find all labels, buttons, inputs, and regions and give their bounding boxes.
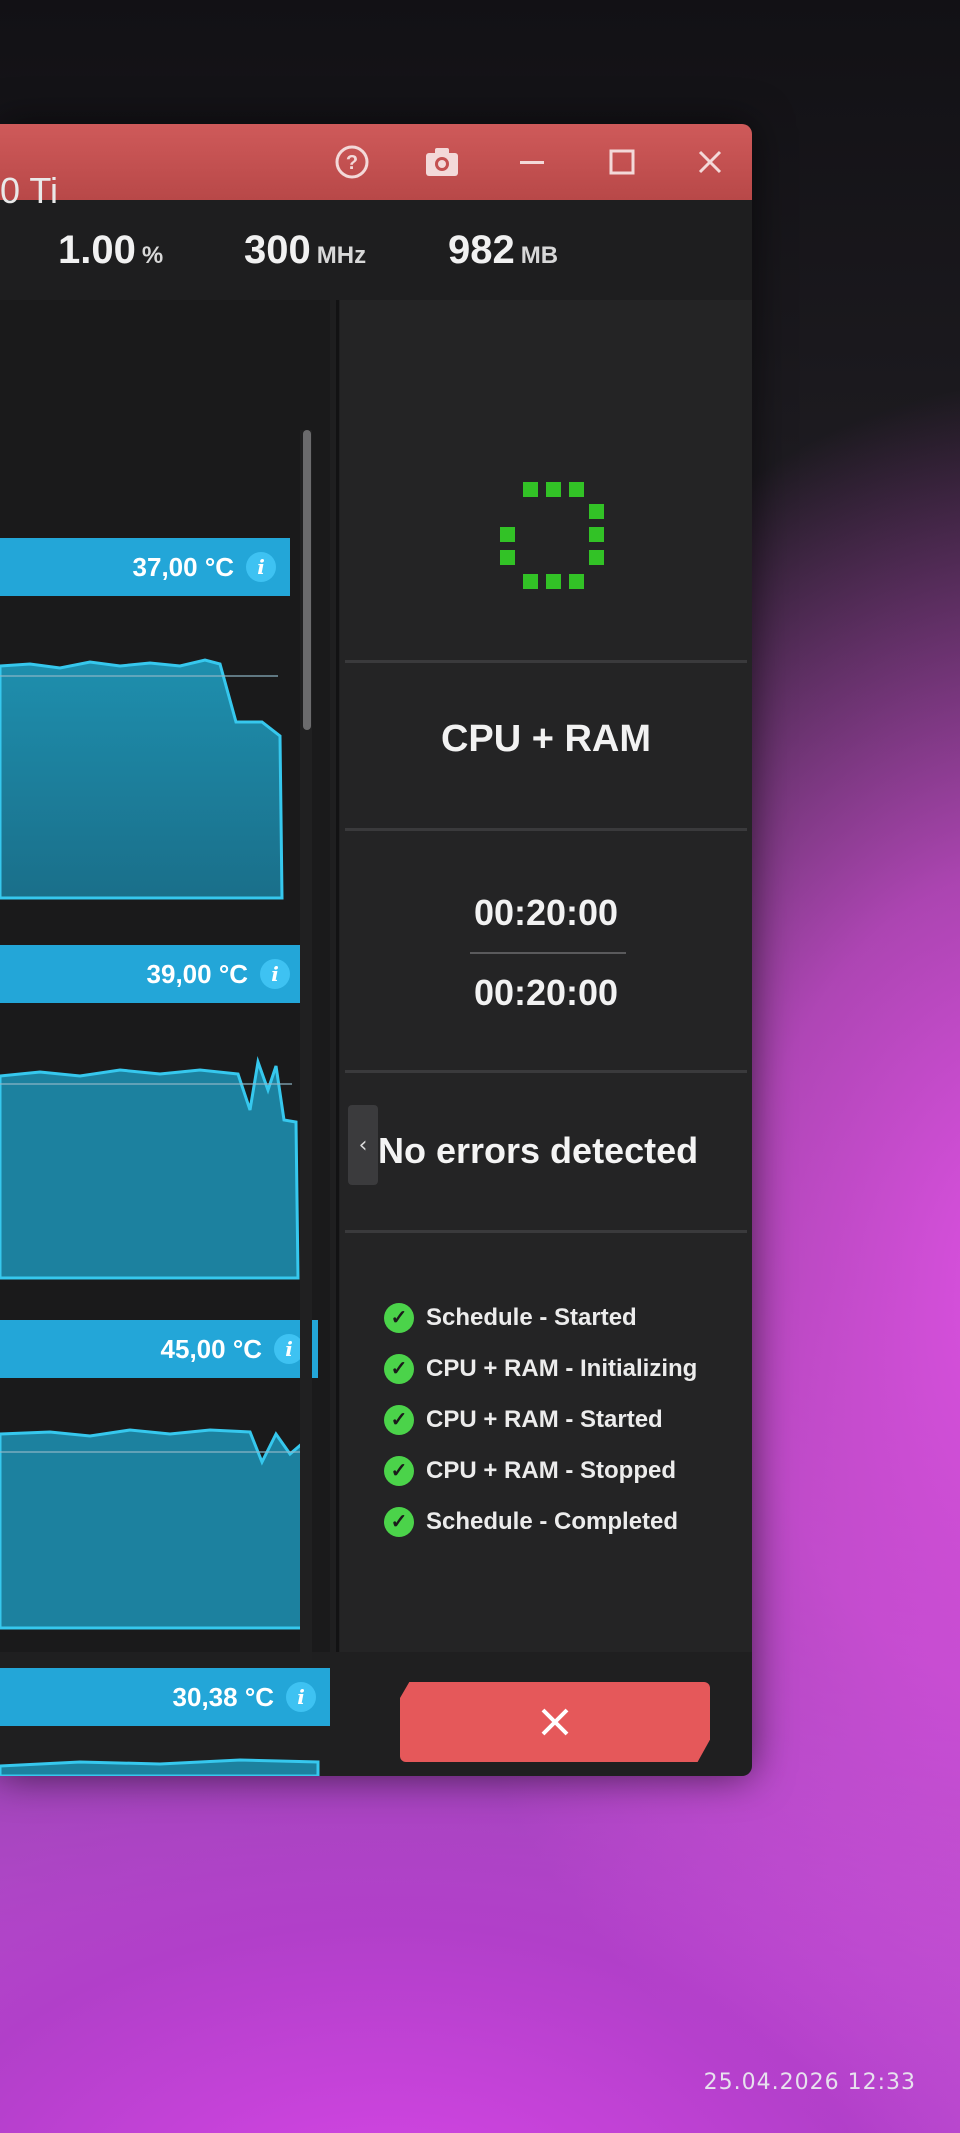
- log-text: Schedule - Completed: [426, 1507, 679, 1535]
- check-icon: ✓: [384, 1506, 414, 1537]
- log-entry: ✓ CPU + RAM - Stopped: [384, 1445, 697, 1496]
- test-mode-label: CPU + RAM: [440, 718, 652, 760]
- check-icon: ✓: [384, 1353, 414, 1384]
- info-icon[interactable]: i: [246, 552, 276, 582]
- info-icon[interactable]: i: [260, 959, 290, 989]
- sensor-graph: [0, 1056, 300, 1280]
- log-text: Schedule - Started: [426, 1303, 637, 1331]
- log-text: CPU + RAM - Stopped: [426, 1456, 676, 1484]
- total-duration: 00:20:00: [473, 972, 619, 1013]
- sensor-graph: [0, 1758, 320, 1776]
- sensor-reading: 39,00 °C: [146, 958, 248, 989]
- gpu-load-stat: 1.00%: [58, 228, 164, 272]
- gpu-memory-stat: 982 MB: [448, 228, 559, 272]
- log-text: CPU + RAM - Initializing: [426, 1354, 698, 1382]
- svg-text:?: ?: [346, 152, 358, 174]
- sensor-header: 45,00 °C i: [0, 1320, 318, 1378]
- collapse-panel-button[interactable]: ‹: [348, 1105, 378, 1185]
- section-divider: [345, 828, 747, 831]
- section-divider: [345, 1070, 747, 1073]
- help-icon[interactable]: ?: [328, 138, 376, 186]
- sensor-graph: [0, 1428, 312, 1630]
- sensor-reading: 45,00 °C: [160, 1333, 262, 1364]
- check-icon: ✓: [384, 1404, 414, 1435]
- camera-icon[interactable]: [418, 138, 466, 186]
- gpu-name: 0 Ti: [0, 170, 59, 211]
- progress-spinner-icon: [496, 482, 606, 592]
- check-icon: ✓: [384, 1302, 414, 1333]
- scrollbar-thumb[interactable]: [303, 430, 311, 730]
- minimize-icon[interactable]: [508, 138, 556, 186]
- sensor-reading: 37,00 °C: [132, 551, 234, 582]
- time-divider: [470, 952, 626, 954]
- title-bar: ?: [0, 124, 752, 200]
- sensor-reading: 30,38 °C: [172, 1681, 274, 1712]
- log-entry: ✓ Schedule - Started: [384, 1292, 697, 1343]
- stop-test-button[interactable]: [400, 1682, 710, 1762]
- log-text: CPU + RAM - Started: [426, 1405, 663, 1433]
- check-icon: ✓: [384, 1455, 414, 1486]
- sensor-header: 37,00 °C i: [0, 538, 290, 596]
- section-divider: [345, 660, 747, 663]
- camera-timestamp: 25.04.2026 12:33: [703, 2070, 916, 2095]
- event-log: ✓ Schedule - Started ✓ CPU + RAM - Initial…: [384, 1292, 697, 1547]
- log-entry: ✓ CPU + RAM - Started: [384, 1394, 697, 1445]
- sensor-header: 39,00 °C i: [0, 945, 304, 1003]
- log-entry: ✓ Schedule - Completed: [384, 1496, 697, 1547]
- panel-divider: [336, 300, 339, 1652]
- gpu-clock-stat: 300 MHz: [244, 228, 367, 272]
- sensor-header: 30,38 °C i: [0, 1668, 330, 1726]
- sensor-graph: [0, 658, 284, 900]
- elapsed-time: 00:20:00: [473, 892, 619, 933]
- log-entry: ✓ CPU + RAM - Initializing: [384, 1343, 697, 1394]
- info-icon[interactable]: i: [286, 1682, 316, 1712]
- maximize-icon[interactable]: [598, 138, 646, 186]
- error-status: No errors detected: [378, 1130, 699, 1171]
- section-divider: [345, 1230, 747, 1233]
- chevron-left-icon: ‹: [358, 1132, 368, 1158]
- close-icon[interactable]: [686, 138, 734, 186]
- close-icon: [541, 1708, 569, 1736]
